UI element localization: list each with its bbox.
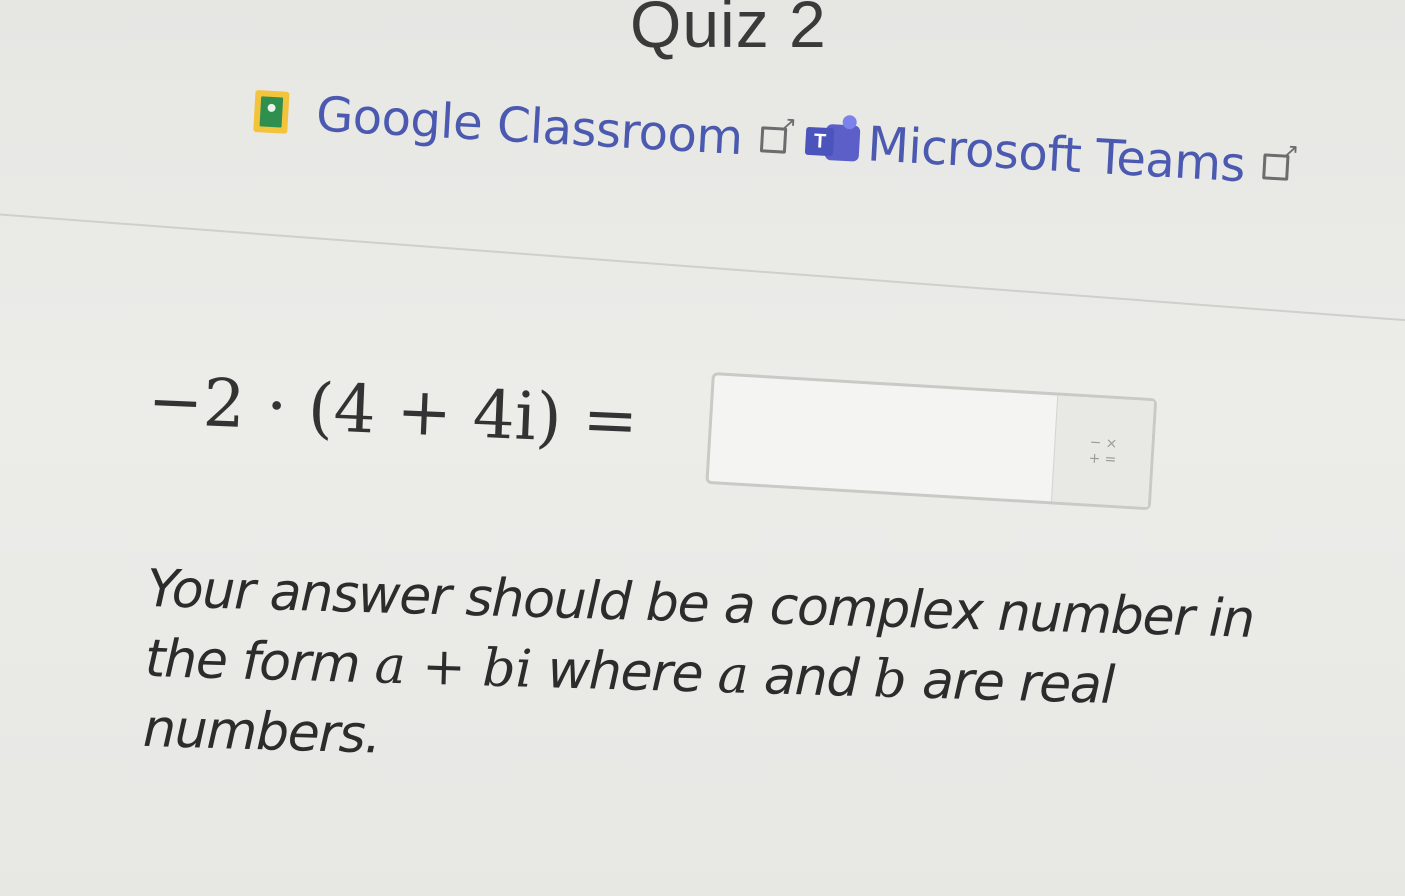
keypad-minus-symbol: −	[1089, 434, 1102, 452]
answer-instructions: Your answer should be a complex number i…	[142, 554, 1267, 795]
google-classroom-label: Google Classroom	[314, 86, 745, 167]
instruction-math-form: a + bi	[373, 635, 534, 700]
answer-input[interactable]	[708, 375, 1061, 502]
google-classroom-share-link[interactable]: Google Classroom	[253, 83, 788, 169]
google-classroom-icon	[253, 89, 290, 134]
instruction-var-b: b	[872, 649, 908, 711]
microsoft-teams-icon: T	[804, 114, 862, 166]
external-link-icon	[1262, 153, 1290, 181]
instruction-var-a: a	[716, 644, 750, 706]
math-keypad-button[interactable]: − × + =	[1050, 395, 1155, 508]
keypad-equals-symbol: =	[1104, 451, 1117, 469]
instruction-text: and	[747, 645, 875, 710]
keypad-times-symbol: ×	[1105, 435, 1118, 453]
external-link-icon	[759, 126, 788, 154]
page-title: Quiz 2	[630, 0, 827, 61]
answer-field: − × + =	[705, 372, 1158, 511]
microsoft-teams-share-link[interactable]: T Microsoft Teams	[790, 112, 1290, 196]
math-keypad-icon: − × + =	[1087, 434, 1119, 469]
share-links: Google Classroom T Microsoft Teams	[250, 82, 1364, 254]
quiz-page: Quiz 2 Google Classroom T Microsoft Team…	[0, 0, 1405, 896]
microsoft-teams-label: Microsoft Teams	[865, 116, 1247, 194]
instruction-text: where	[531, 639, 719, 705]
question-expression: −2 · (4 + 4i) =	[146, 362, 640, 460]
keypad-plus-symbol: +	[1088, 450, 1101, 468]
